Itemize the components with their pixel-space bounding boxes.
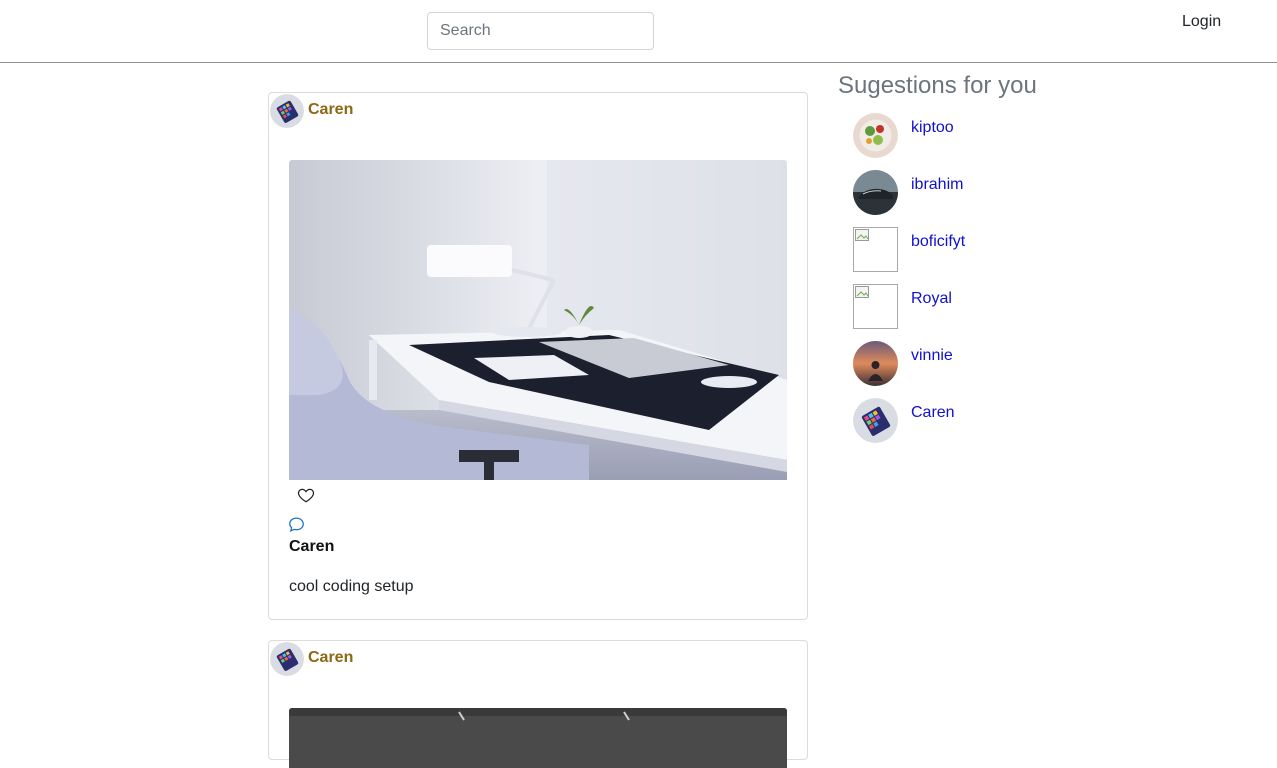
post-author-avatar[interactable] bbox=[270, 94, 304, 128]
suggestion-avatar[interactable] bbox=[853, 113, 898, 158]
broken-image-icon[interactable] bbox=[853, 284, 898, 329]
suggestion-avatar[interactable] bbox=[853, 170, 898, 215]
suggestion-item[interactable]: Caren bbox=[853, 398, 1113, 455]
post-card: Caren bbox=[268, 640, 808, 768]
speech-bubble-icon bbox=[289, 517, 304, 532]
suggestion-name-link[interactable]: kiptoo bbox=[911, 119, 954, 137]
top-navbar: Login bbox=[0, 0, 1277, 63]
post-image bbox=[289, 708, 787, 768]
suggestion-name-link[interactable]: vinnie bbox=[911, 347, 953, 365]
comment-button[interactable] bbox=[288, 516, 306, 534]
post-caption: cool coding setup bbox=[289, 578, 414, 595]
suggestion-name-link[interactable]: boficifyt bbox=[911, 233, 965, 251]
login-link[interactable]: Login bbox=[1182, 13, 1221, 31]
post-image bbox=[289, 160, 787, 480]
search-input[interactable] bbox=[427, 12, 654, 50]
suggestion-item[interactable]: vinnie bbox=[853, 341, 1113, 398]
post-author-link[interactable]: Caren bbox=[308, 101, 353, 119]
suggestion-name-link[interactable]: Caren bbox=[911, 404, 955, 422]
suggestions-title: Sugestions for you bbox=[838, 72, 1037, 99]
suggestion-name-link[interactable]: Royal bbox=[911, 290, 952, 308]
suggestion-avatar[interactable] bbox=[853, 341, 898, 386]
suggestion-item[interactable]: boficifyt bbox=[853, 227, 1113, 284]
suggestions-list: kiptoo ibrahim boficifyt Royal vinnie Ca… bbox=[853, 113, 1113, 455]
caption-author: Caren bbox=[289, 538, 335, 555]
suggestion-name-link[interactable]: ibrahim bbox=[911, 176, 963, 194]
broken-image-icon[interactable] bbox=[853, 227, 898, 272]
like-button[interactable] bbox=[297, 486, 317, 506]
post-card: Caren bbox=[268, 92, 808, 620]
heart-outline-icon bbox=[297, 488, 315, 503]
post-author-avatar[interactable] bbox=[270, 642, 304, 676]
suggestion-item[interactable]: ibrahim bbox=[853, 170, 1113, 227]
post-author-link[interactable]: Caren bbox=[308, 649, 353, 667]
suggestion-avatar[interactable] bbox=[853, 398, 898, 443]
suggestion-item[interactable]: Royal bbox=[853, 284, 1113, 341]
suggestion-item[interactable]: kiptoo bbox=[853, 113, 1113, 170]
